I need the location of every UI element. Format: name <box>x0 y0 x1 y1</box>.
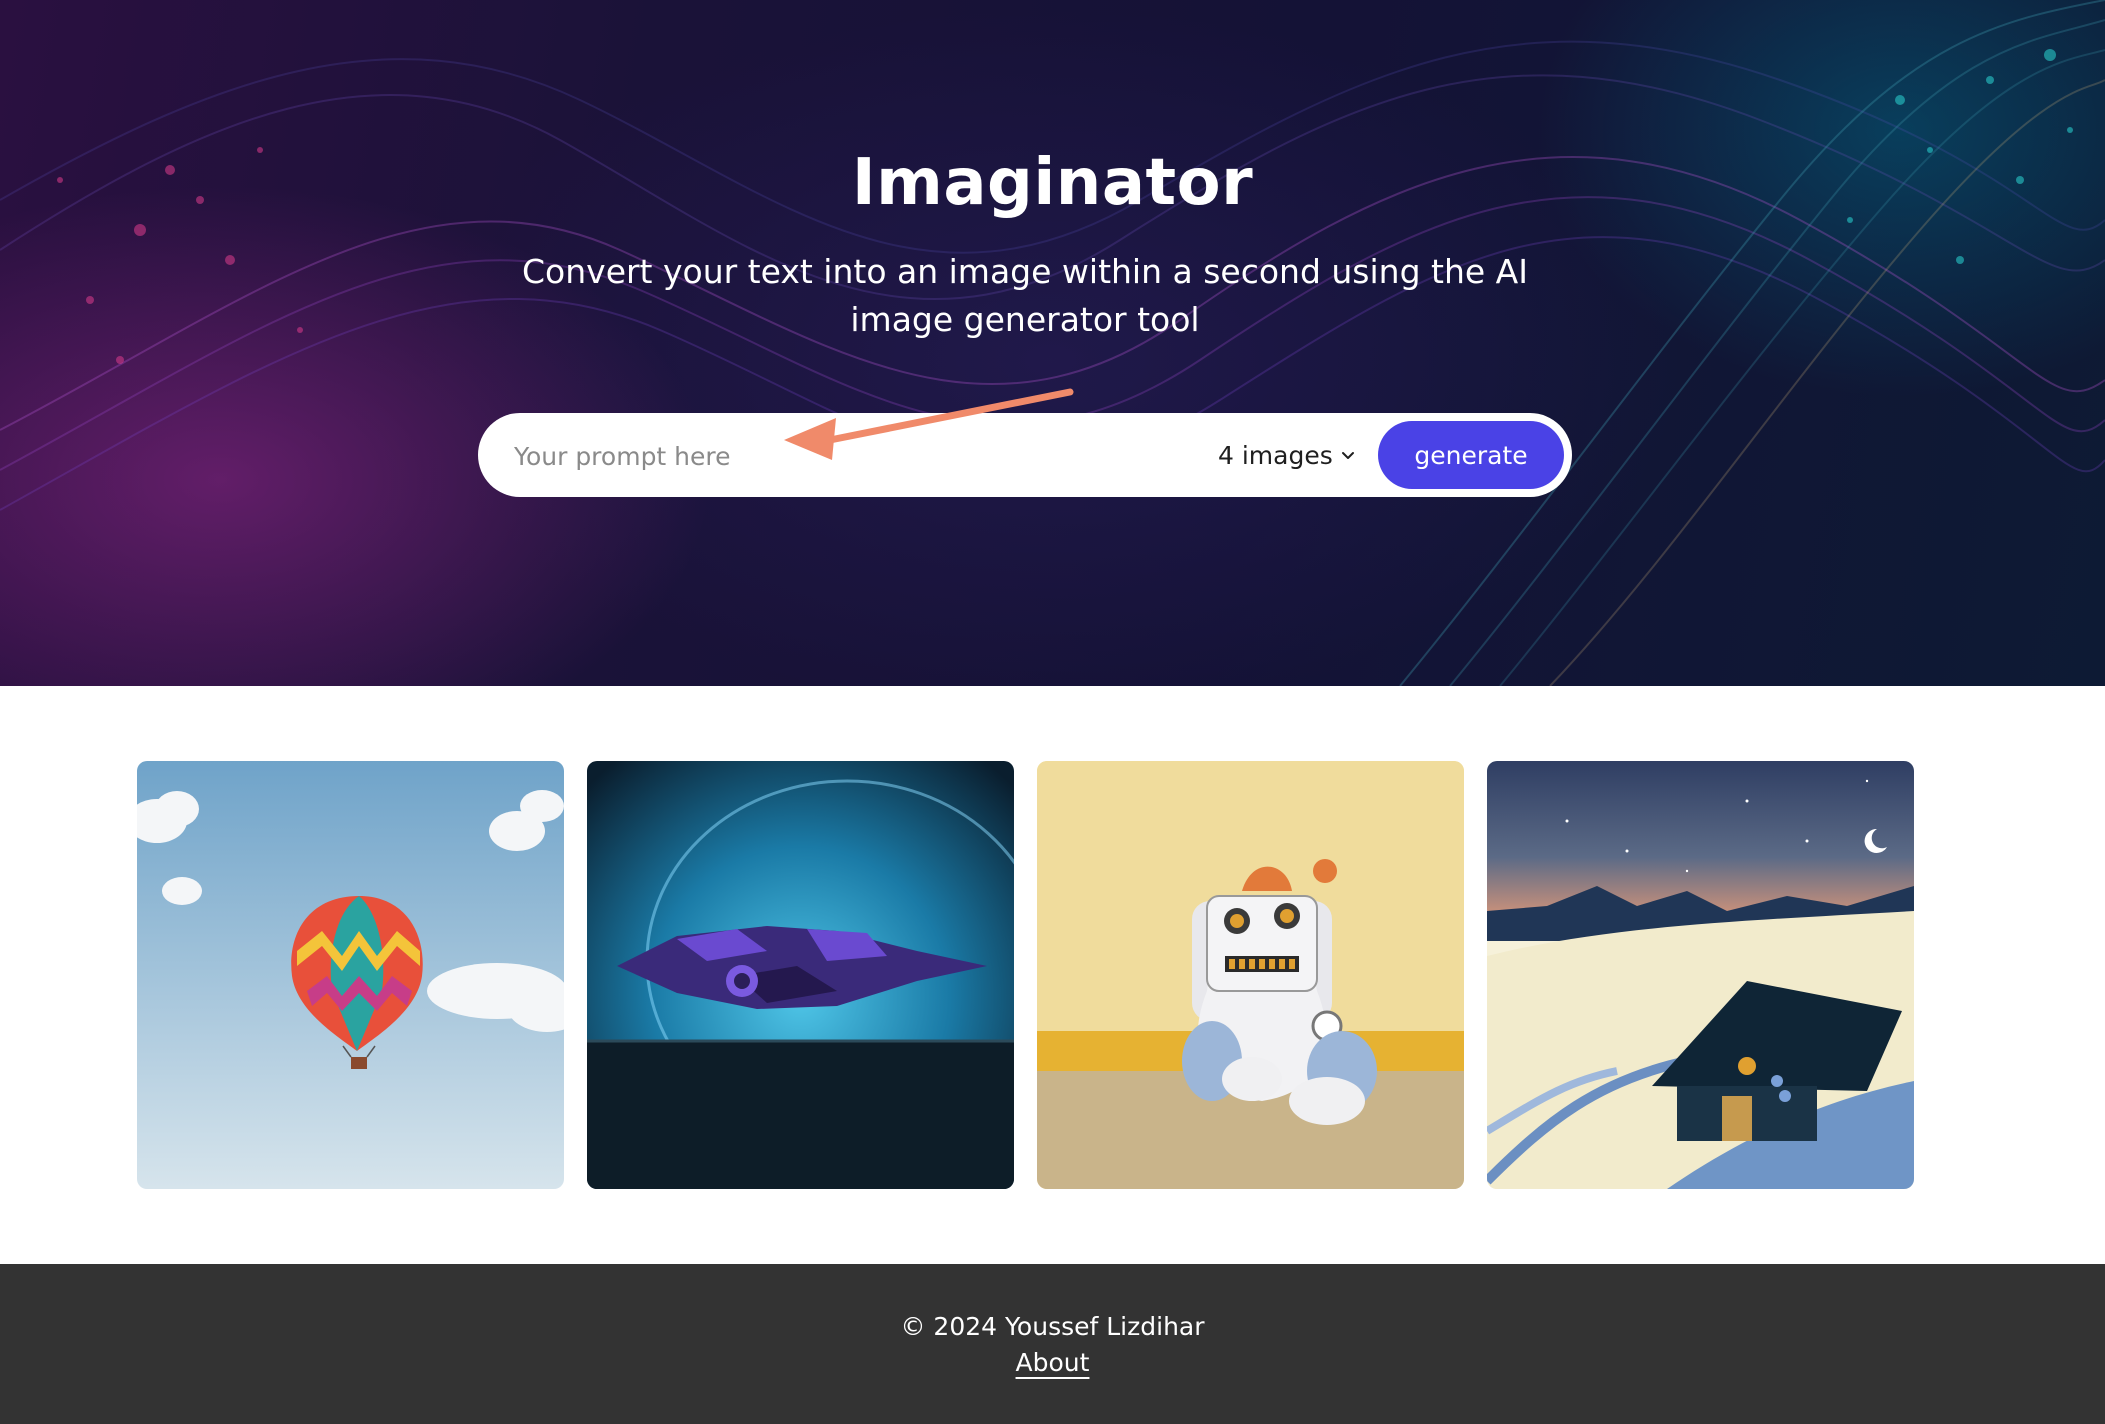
hero-section: Imaginator Convert your text into an ima… <box>0 0 2105 686</box>
spaceship-image <box>587 761 1014 1189</box>
snowy-cabin-image <box>1487 761 1914 1189</box>
hot-air-balloon-image <box>137 761 564 1189</box>
about-link[interactable]: About <box>1016 1348 1090 1377</box>
about-link-wrapper: About <box>0 1348 2105 1377</box>
footer: © 2024 Youssef Lizdihar About <box>0 1264 2105 1424</box>
prompt-search-bar: 4 images generate <box>478 413 1572 497</box>
copyright-text: © 2024 Youssef Lizdihar <box>900 1312 1205 1341</box>
image-gallery <box>0 686 2105 1264</box>
chevron-down-icon <box>1341 452 1354 459</box>
prompt-input[interactable] <box>512 430 1156 482</box>
gallery-image-spaceship[interactable] <box>587 761 1014 1189</box>
robot-plush-image <box>1037 761 1464 1189</box>
gallery-image-snowy-cabin[interactable] <box>1487 761 1914 1189</box>
gallery-image-robot-plush[interactable] <box>1037 761 1464 1189</box>
image-count-select[interactable]: 4 images <box>1218 437 1357 473</box>
generate-button[interactable]: generate <box>1378 421 1564 489</box>
page-title: Imaginator <box>851 146 1254 220</box>
gallery-image-hot-air-balloon[interactable] <box>137 761 564 1189</box>
hero-subtitle: Convert your text into an image within a… <box>522 252 1528 339</box>
hero-content: Imaginator Convert your text into an ima… <box>0 0 2105 686</box>
image-count-value: 4 images <box>1218 440 1333 470</box>
